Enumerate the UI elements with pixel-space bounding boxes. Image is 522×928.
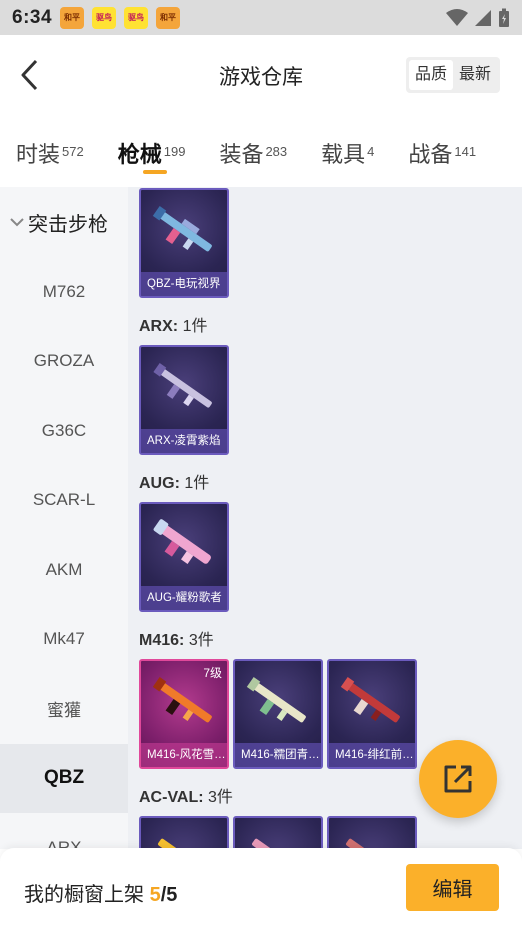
tab-equipment[interactable]: 装备 283: [219, 115, 287, 169]
weapon-card[interactable]: [233, 816, 323, 849]
sidebar-item-arx[interactable]: ARX: [0, 813, 128, 849]
weapon-card-label: M416-糯团青…: [235, 743, 321, 767]
sidebar-item-g36c[interactable]: G36C: [0, 396, 128, 466]
chevron-down-icon: [10, 218, 24, 227]
weapon-card[interactable]: M416-绯红前…: [327, 659, 417, 769]
status-bar: 6:34 和平 驱鸟 驱鸟 和平: [0, 0, 522, 35]
notification-app-badges: 和平 驱鸟 驱鸟 和平: [60, 6, 181, 29]
page-header: 游戏仓库 品质 最新: [0, 35, 522, 115]
sort-option-quality[interactable]: 品质: [408, 60, 453, 90]
cell-signal-icon: [475, 9, 491, 26]
status-icons: [446, 8, 510, 28]
sort-option-latest[interactable]: 最新: [453, 60, 497, 90]
weapon-card[interactable]: [327, 816, 417, 849]
weapon-card[interactable]: ARX-凌霄紫焰: [139, 345, 229, 455]
tab-count: 141: [454, 143, 477, 159]
edit-button[interactable]: 编辑: [406, 864, 499, 911]
weapon-card-label: ARX-凌霄紫焰: [141, 429, 227, 453]
group-count: 1件: [182, 318, 208, 335]
sidebar-item-mk47[interactable]: Mk47: [0, 605, 128, 675]
deal-app-badge: 驱鸟: [92, 6, 117, 29]
wifi-icon: [446, 8, 468, 26]
tab-vehicles[interactable]: 载具 4: [321, 115, 374, 169]
tab-label: 枪械: [117, 142, 162, 167]
group-title-m416: M416: 3件: [139, 632, 214, 649]
weapon-sidebar: 突击步枪 M762 GROZA G36C SCAR-L AKM Mk47 蜜獾 …: [0, 187, 128, 849]
tab-count: 283: [265, 143, 288, 159]
showcase-used-count: 5: [149, 884, 161, 906]
bottom-bar: 我的橱窗上架 5/5 编辑: [0, 848, 522, 928]
tab-skins[interactable]: 时装 572: [16, 115, 84, 169]
back-arrow-icon: [21, 59, 38, 91]
game-app-badge: 和平: [156, 6, 181, 29]
sidebar-item-honey-badger[interactable]: 蜜獾: [0, 674, 128, 744]
sort-toggle[interactable]: 品质 最新: [405, 57, 500, 93]
rifle-skin-icon: [153, 363, 212, 408]
showcase-label: 我的橱窗上架: [24, 884, 144, 906]
tab-guns[interactable]: 枪械 199: [117, 115, 186, 174]
rifle-skin-icon: [152, 206, 212, 252]
tab-count: 4: [367, 143, 375, 159]
rifle-skin-icon: [246, 677, 306, 723]
battery-icon: [499, 8, 509, 27]
weapon-card[interactable]: [139, 816, 229, 849]
group-count: 1件: [184, 475, 210, 492]
weapon-card-label: QBZ-电玩视界: [141, 272, 227, 296]
game-app-badge: 和平: [60, 6, 85, 29]
weapon-card-label: M416-绯红前…: [329, 743, 415, 767]
sidebar-group-assault-rifles[interactable]: 突击步枪: [0, 187, 128, 257]
tab-label: 时装: [16, 142, 61, 167]
active-tab-indicator: [142, 170, 167, 174]
rifle-skin-icon: [346, 838, 400, 849]
status-time: 6:34: [12, 6, 53, 28]
sidebar-item-qbz[interactable]: QBZ: [0, 743, 128, 813]
group-name: ARX: [139, 318, 173, 335]
tab-supplies[interactable]: 战备 141: [408, 115, 476, 169]
group-name: M416: [139, 632, 180, 649]
weapon-card[interactable]: M416-糯团青…: [233, 659, 323, 769]
tab-count: 199: [163, 143, 186, 159]
sidebar-group-label: 突击步枪: [28, 213, 108, 236]
sidebar-item-scar-l[interactable]: SCAR-L: [0, 466, 128, 536]
group-name: AUG: [139, 475, 175, 492]
card-row: QBZ-电玩视界: [139, 188, 522, 298]
group-name: AC-VAL: [139, 789, 199, 806]
tab-label: 战备: [408, 142, 453, 167]
category-tabs: 时装 572 枪械 199 装备 283 载具 4 战备 141: [0, 115, 522, 187]
card-row: AUG-耀粉歌者: [139, 502, 522, 612]
showcase-status: 我的橱窗上架 5/5: [24, 878, 177, 907]
tab-count: 572: [62, 143, 84, 159]
weapon-card[interactable]: QBZ-电玩视界: [139, 188, 229, 298]
rifle-skin-icon: [340, 677, 400, 723]
back-button[interactable]: [14, 57, 44, 93]
card-row: ARX-凌霄紫焰: [139, 345, 522, 455]
sidebar-item-groza[interactable]: GROZA: [0, 327, 128, 397]
group-count: 3件: [208, 789, 233, 806]
rifle-skin-icon: [153, 519, 211, 564]
tab-label: 装备: [219, 142, 264, 167]
sidebar-item-akm[interactable]: AKM: [0, 535, 128, 605]
share-button[interactable]: [419, 740, 497, 818]
weapon-level-badge: 7级: [203, 666, 222, 680]
rifle-skin-icon: [158, 838, 212, 849]
group-title-aug: AUG: 1件: [139, 475, 210, 492]
weapon-card-label: AUG-耀粉歌者: [141, 586, 227, 610]
group-count: 3件: [188, 632, 214, 649]
weapon-card[interactable]: AUG-耀粉歌者: [139, 502, 229, 612]
deal-app-badge: 驱鸟: [124, 6, 149, 29]
sidebar-item-m762[interactable]: M762: [0, 257, 128, 327]
card-row: [139, 816, 522, 849]
tab-label: 载具: [321, 142, 366, 167]
showcase-total-count: 5: [166, 884, 178, 906]
weapon-card[interactable]: 7级 M416-风花雪…: [139, 659, 229, 769]
group-title-arx: ARX: 1件: [139, 318, 208, 335]
weapon-card-label: M416-风花雪…: [141, 743, 227, 767]
share-icon: [444, 765, 472, 793]
rifle-skin-icon: [252, 838, 306, 849]
